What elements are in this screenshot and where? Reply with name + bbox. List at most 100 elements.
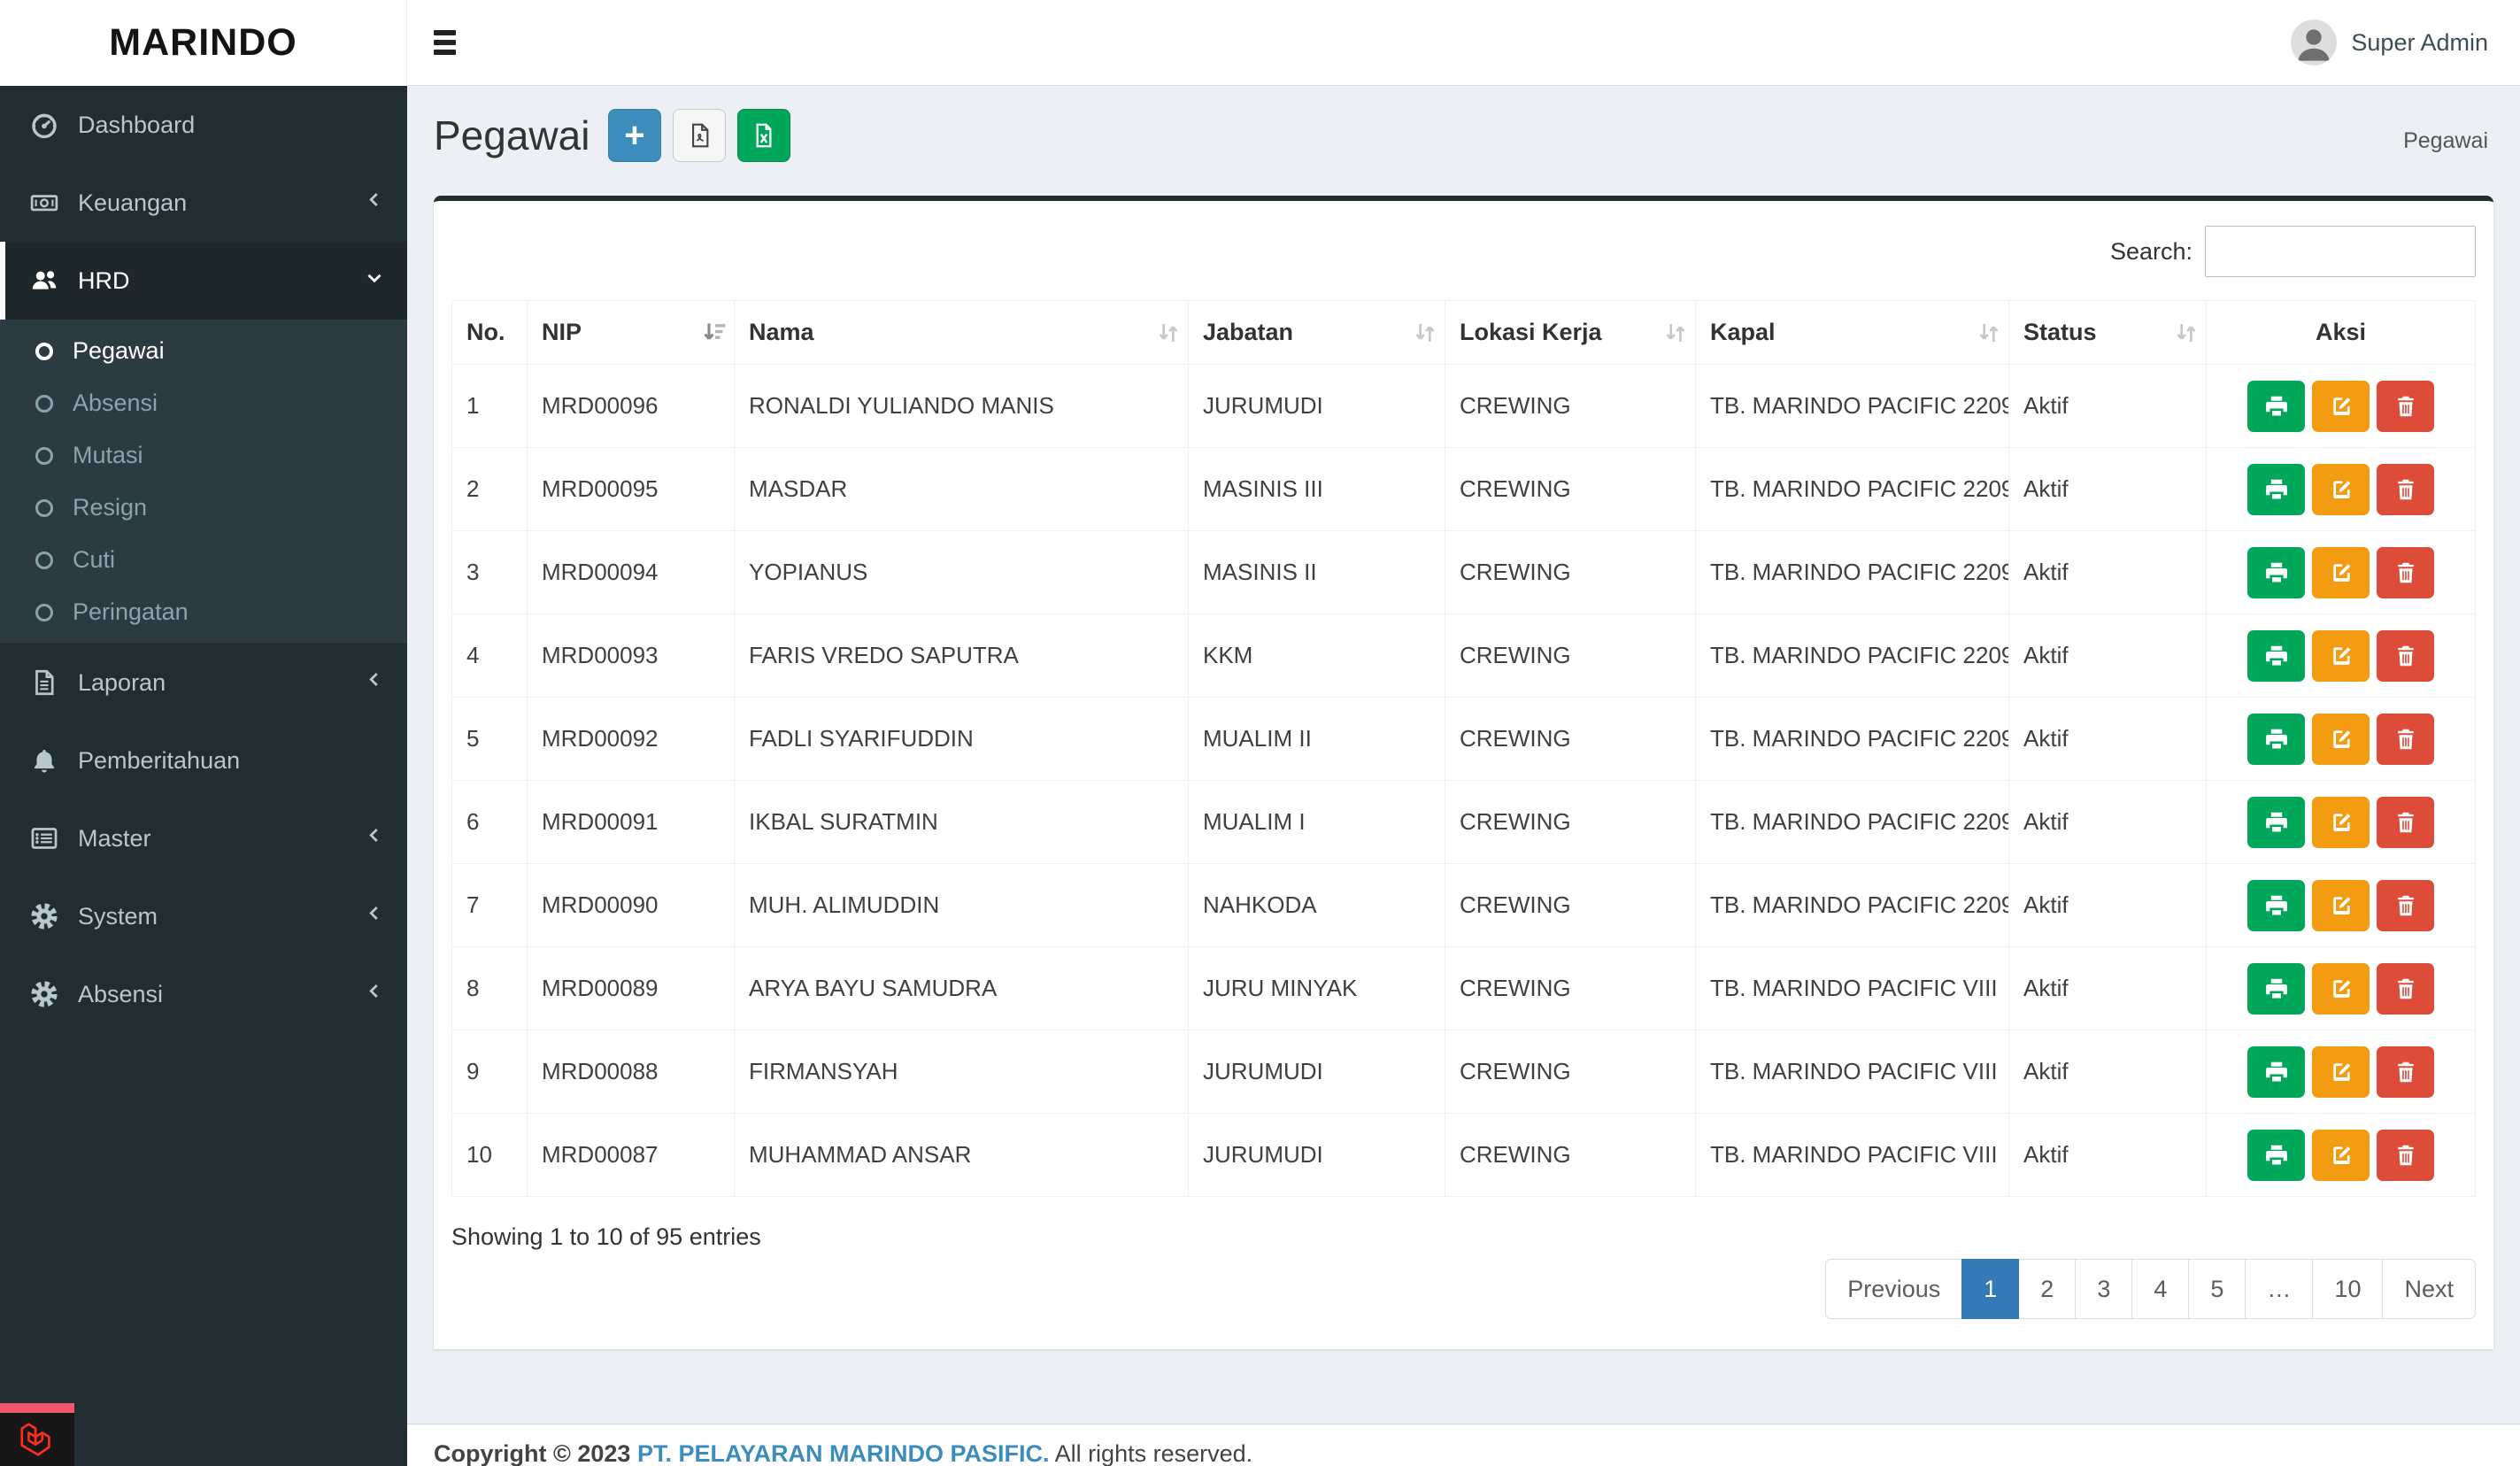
delete-button[interactable]	[2377, 714, 2434, 765]
breadcrumb: Pegawai	[2403, 128, 2488, 154]
user-menu[interactable]: Super Admin	[2291, 19, 2520, 66]
edit-button[interactable]	[2312, 963, 2370, 1015]
delete-button[interactable]	[2377, 1046, 2434, 1098]
edit-icon	[2328, 892, 2354, 919]
sidebar-item-master[interactable]: Master	[0, 799, 407, 877]
sidebar-item-peringatan[interactable]: Peringatan	[0, 586, 407, 638]
sidebar-item-pemberitahuan[interactable]: Pemberitahuan	[0, 721, 407, 799]
sidebar-item-keuangan[interactable]: Keuangan	[0, 164, 407, 242]
add-pegawai-button[interactable]: +	[608, 109, 661, 162]
sidebar-item-absensi[interactable]: Absensi	[0, 955, 407, 1033]
edit-button[interactable]	[2312, 464, 2370, 515]
print-button[interactable]	[2247, 797, 2305, 848]
edit-button[interactable]	[2312, 381, 2370, 432]
sidebar-item-pegawai[interactable]: Pegawai	[0, 325, 407, 377]
sidebar-item-mutasi[interactable]: Mutasi	[0, 429, 407, 482]
cell-status: Aktif	[2009, 365, 2207, 448]
export-excel-button[interactable]	[737, 109, 790, 162]
delete-button[interactable]	[2377, 381, 2434, 432]
sidebar-item-label: Mutasi	[73, 442, 143, 469]
sidebar-item-laporan[interactable]: Laporan	[0, 644, 407, 721]
table-header-row: No. NIP Nama Jabatan Lokasi Kerja Kapal …	[452, 301, 2476, 365]
print-button[interactable]	[2247, 1130, 2305, 1181]
pagination-page-10[interactable]: 10	[2312, 1259, 2383, 1319]
edit-button[interactable]	[2312, 547, 2370, 598]
laravel-debugbar-handle[interactable]	[0, 1403, 74, 1466]
delete-button[interactable]	[2377, 963, 2434, 1015]
cell-status: Aktif	[2009, 947, 2207, 1030]
company-link[interactable]: PT. PELAYARAN MARINDO PASIFIC.	[637, 1440, 1050, 1466]
print-button[interactable]	[2247, 714, 2305, 765]
edit-button[interactable]	[2312, 1130, 2370, 1181]
delete-button[interactable]	[2377, 797, 2434, 848]
print-button[interactable]	[2247, 630, 2305, 682]
sidebar-item-absensi-hrd[interactable]: Absensi	[0, 377, 407, 429]
column-header-status[interactable]: Status	[2009, 301, 2207, 365]
print-button[interactable]	[2247, 464, 2305, 515]
sidebar-item-system[interactable]: System	[0, 877, 407, 955]
sidebar-item-hrd[interactable]: HRD	[0, 242, 407, 320]
pagination-page-4[interactable]: 4	[2131, 1259, 2189, 1319]
cell-nama: MUH. ALIMUDDIN	[735, 864, 1189, 947]
cell-jabatan: NAHKODA	[1189, 864, 1445, 947]
edit-button[interactable]	[2312, 1046, 2370, 1098]
sidebar-item-label: Pegawai	[73, 337, 165, 365]
print-button[interactable]	[2247, 547, 2305, 598]
edit-button[interactable]	[2312, 630, 2370, 682]
edit-button[interactable]	[2312, 714, 2370, 765]
file-pdf-icon	[685, 121, 713, 150]
column-header-kapal[interactable]: Kapal	[1696, 301, 2009, 365]
delete-button[interactable]	[2377, 547, 2434, 598]
pagination-page-5[interactable]: 5	[2188, 1259, 2246, 1319]
column-header-jabatan[interactable]: Jabatan	[1189, 301, 1445, 365]
pagination-page-3[interactable]: 3	[2075, 1259, 2132, 1319]
edit-icon	[2328, 559, 2354, 586]
cell-nama: RONALDI YULIANDO MANIS	[735, 365, 1189, 448]
cell-nip: MRD00094	[528, 531, 735, 614]
circle-icon	[35, 604, 53, 621]
printer-icon	[2263, 976, 2290, 1002]
cell-nip: MRD00092	[528, 698, 735, 781]
edit-button[interactable]	[2312, 797, 2370, 848]
pagination-page-1[interactable]: 1	[1961, 1259, 2019, 1319]
delete-button[interactable]	[2377, 880, 2434, 931]
search-label: Search:	[2110, 238, 2192, 266]
delete-button[interactable]	[2377, 1130, 2434, 1181]
cell-status: Aktif	[2009, 1030, 2207, 1114]
printer-icon	[2263, 892, 2290, 919]
sidebar-toggle-button[interactable]	[407, 0, 482, 85]
edit-button[interactable]	[2312, 880, 2370, 931]
sort-icon	[1661, 319, 1690, 347]
cell-nip: MRD00096	[528, 365, 735, 448]
brand[interactable]: MARINDO	[0, 0, 407, 86]
chevron-left-icon	[363, 668, 386, 698]
cell-nama: ARYA BAYU SAMUDRA	[735, 947, 1189, 1030]
cell-kapal: TB. MARINDO PACIFIC 2209	[1696, 698, 2009, 781]
column-header-nip[interactable]: NIP	[528, 301, 735, 365]
sidebar-item-resign[interactable]: Resign	[0, 482, 407, 534]
export-pdf-button[interactable]	[673, 109, 726, 162]
footer-rights: All rights reserved.	[1055, 1440, 1253, 1466]
column-header-lokasi-kerja[interactable]: Lokasi Kerja	[1445, 301, 1696, 365]
delete-button[interactable]	[2377, 630, 2434, 682]
column-header-nama[interactable]: Nama	[735, 301, 1189, 365]
sidebar-item-dashboard[interactable]: Dashboard	[0, 86, 407, 164]
cell-lokasi-kerja: CREWING	[1445, 947, 1696, 1030]
pagination-previous[interactable]: Previous	[1825, 1259, 1962, 1319]
print-button[interactable]	[2247, 880, 2305, 931]
table-row: 6 MRD00091 IKBAL SURATMIN MUALIM I CREWI…	[452, 781, 2476, 864]
print-button[interactable]	[2247, 963, 2305, 1015]
sidebar-item-cuti[interactable]: Cuti	[0, 534, 407, 586]
pagination-page-2[interactable]: 2	[2018, 1259, 2076, 1319]
cell-nip: MRD00087	[528, 1114, 735, 1197]
pagination-next[interactable]: Next	[2382, 1259, 2476, 1319]
trash-icon	[2393, 726, 2419, 752]
print-button[interactable]	[2247, 1046, 2305, 1098]
cell-no: 7	[452, 864, 528, 947]
delete-button[interactable]	[2377, 464, 2434, 515]
print-button[interactable]	[2247, 381, 2305, 432]
chevron-left-icon	[363, 189, 386, 218]
cell-jabatan: MUALIM I	[1189, 781, 1445, 864]
search-input[interactable]	[2205, 226, 2476, 277]
cell-nip: MRD00088	[528, 1030, 735, 1114]
